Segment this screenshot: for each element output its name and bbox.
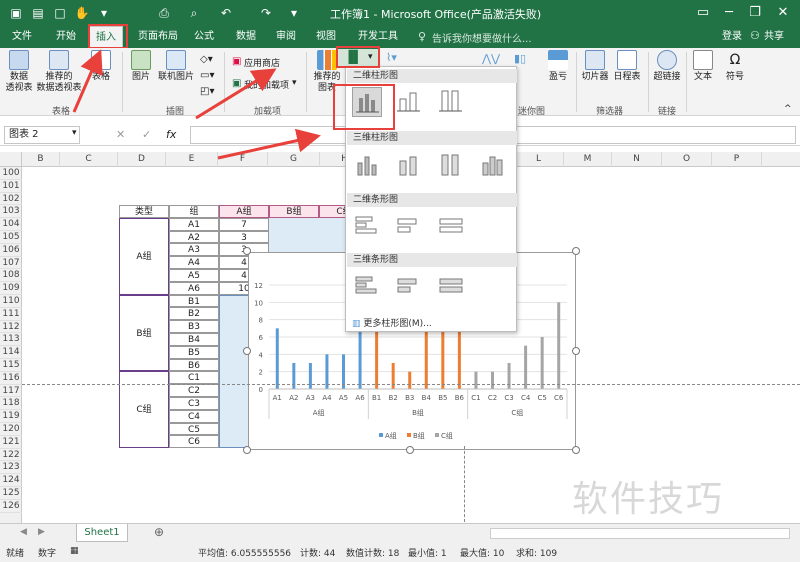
status-sum: 求和: 109 [516,549,558,559]
status-bar: 就绪 数字 ▦ 平均值: 6.055555556 计数: 44 数值计数: 18… [0,542,800,562]
status-mode: 数字 [38,549,57,559]
horizontal-scrollbar[interactable] [490,528,790,539]
next-sheet-icon[interactable]: ▶ [38,527,45,537]
status-numcount: 数值计数: 18 [346,549,400,559]
status-min: 最小值: 1 [408,549,447,559]
sheet-tab-bar: ◀ ▶ Sheet1 ⊕ [0,523,800,542]
status-max: 最大值: 10 [460,549,505,559]
arrow-to-insert-tab [72,49,103,113]
sheet-tab[interactable]: Sheet1 [76,524,128,542]
macro-record-icon[interactable]: ▦ [70,546,79,556]
arrow-to-dropdown [217,128,321,160]
prev-sheet-icon[interactable]: ◀ [20,527,27,537]
arrow-to-ribbon [195,68,277,120]
status-average: 平均值: 6.055555556 [198,549,292,559]
watermark: 软件技巧 [572,479,725,520]
status-ready: 就绪 [6,549,25,559]
status-count: 计数: 44 [300,549,336,559]
add-sheet-icon[interactable]: ⊕ [154,525,164,539]
